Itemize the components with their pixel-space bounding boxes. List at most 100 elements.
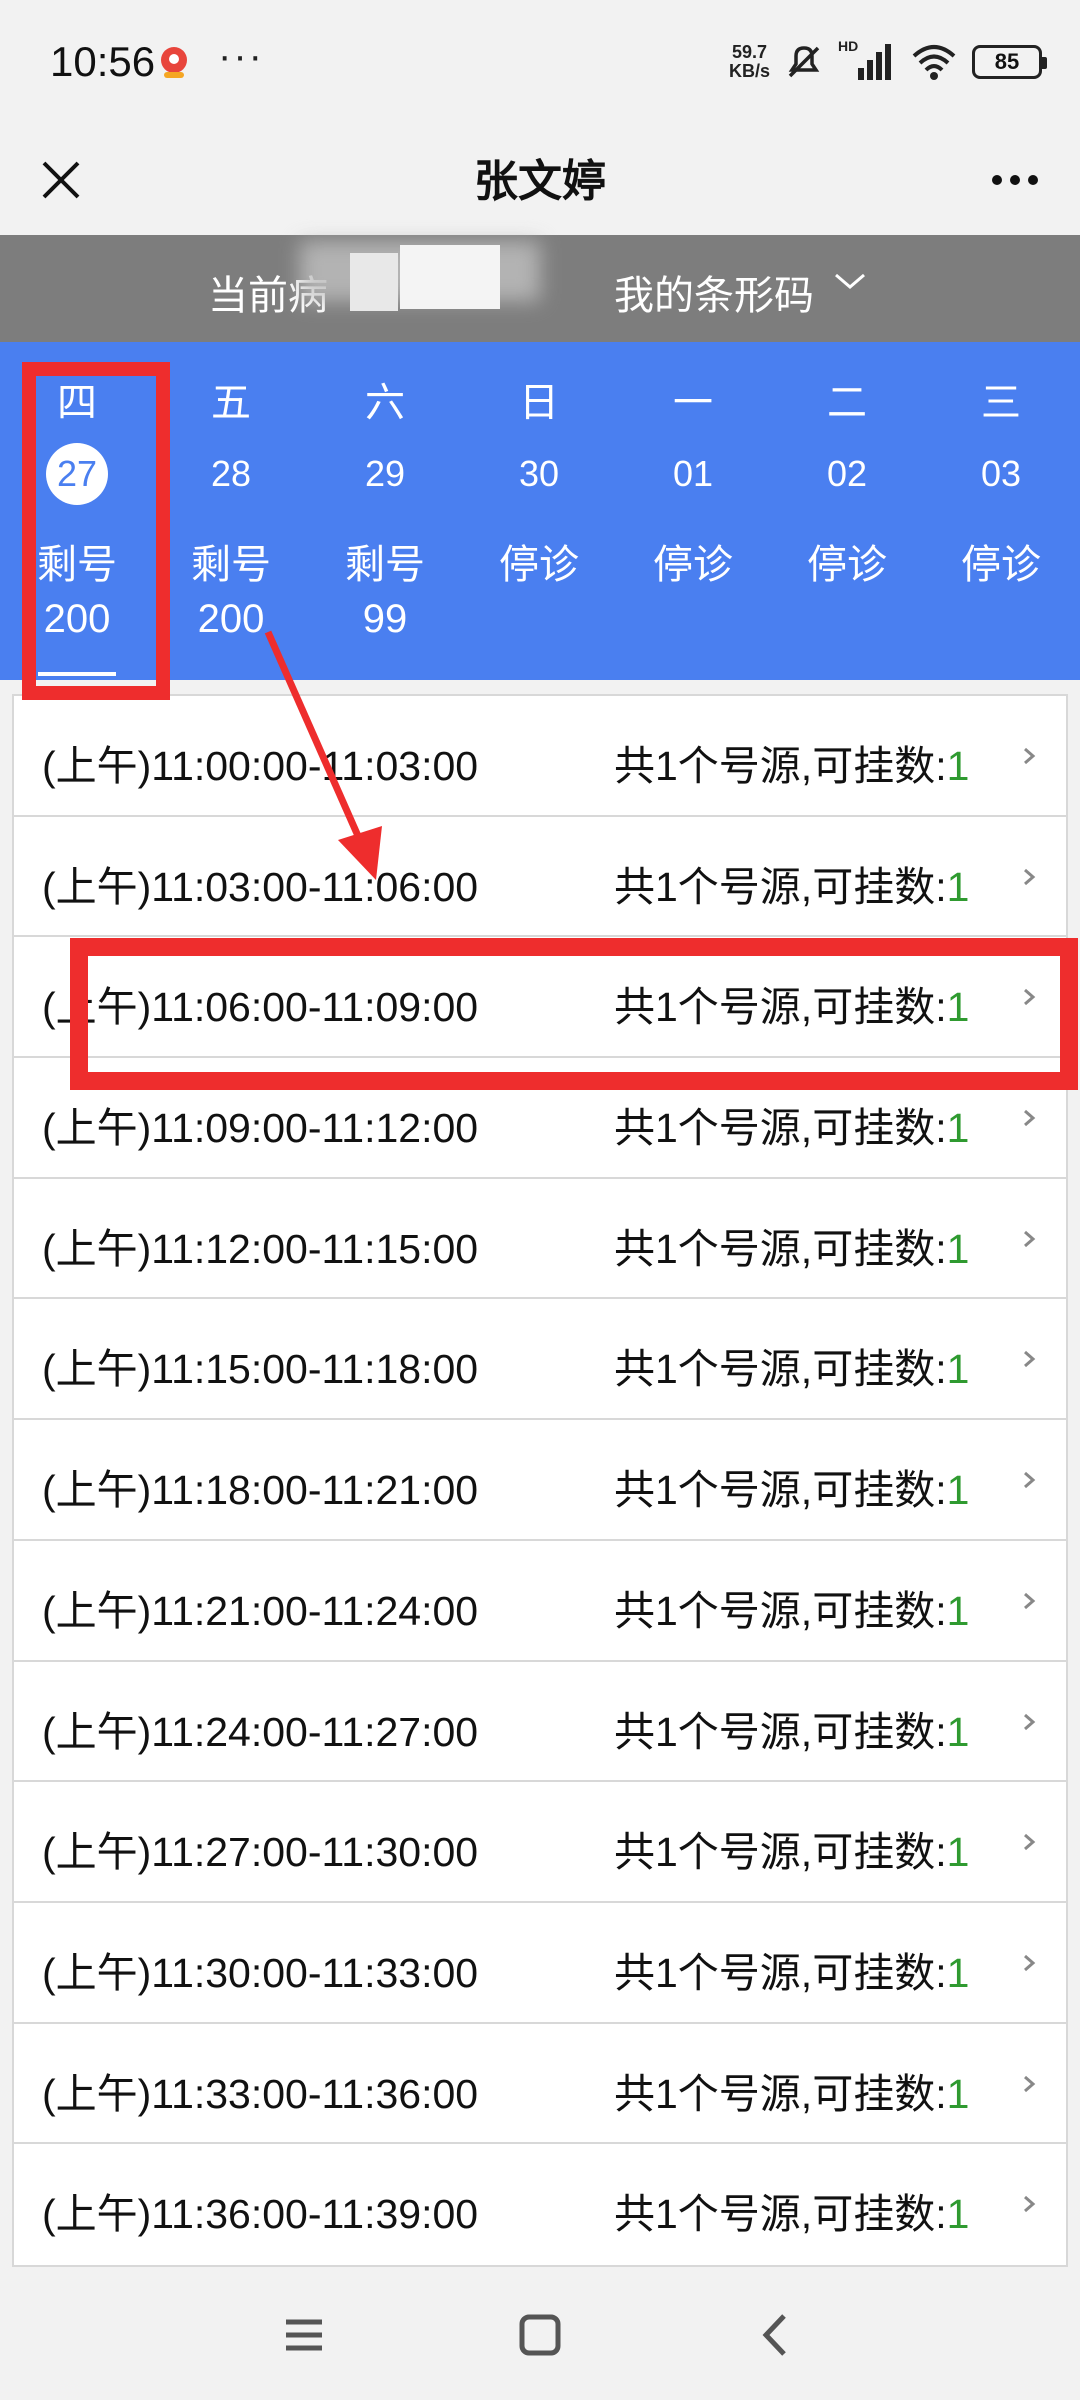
day-tab[interactable]: 六 29 剩号 99 xyxy=(308,342,462,680)
chevron-right-icon xyxy=(1024,1351,1036,1368)
barcode-button[interactable]: 我的条形码 xyxy=(614,263,814,321)
slot-time: (上午)11:30:00-11:33:00 xyxy=(42,1949,479,1996)
weekday-label: 六 xyxy=(365,381,405,425)
remaining-count: 200 xyxy=(197,597,265,641)
slot-availability-label: 共1个号源,可挂数: xyxy=(614,1105,947,1152)
slot-time: (上午)11:36:00-11:39:00 xyxy=(42,2191,479,2238)
slot-availability: 共1个号源,可挂数:1 xyxy=(614,732,969,792)
chevron-right-icon xyxy=(1024,868,1036,885)
slot-time: (上午)11:21:00-11:24:00 xyxy=(42,1587,479,1634)
weekday-label: 二 xyxy=(827,381,867,425)
day-status: 停诊 xyxy=(807,543,887,587)
day-tab[interactable]: 五 28 剩号 200 xyxy=(154,342,308,680)
day-status: 停诊 xyxy=(961,543,1041,587)
menu-icon[interactable] xyxy=(264,2300,344,2370)
chevron-right-icon xyxy=(1024,2196,1036,2213)
redaction-blur xyxy=(350,253,398,311)
wifi-icon xyxy=(912,45,956,80)
slot-availability: 共1个号源,可挂数:1 xyxy=(614,853,969,913)
date-number: 30 xyxy=(518,453,560,494)
date-number: 28 xyxy=(210,453,252,494)
time-slot-row[interactable]: (上午)11:03:00-11:06:00 共1个号源,可挂数:1 xyxy=(14,817,1066,938)
network-speed-value: 59.7 xyxy=(731,42,768,62)
chevron-right-icon xyxy=(1024,1834,1036,1851)
status-indicators: 59.7 KB/s HD 85 xyxy=(729,38,1047,84)
day-tab[interactable]: 一 01 停诊 xyxy=(616,342,770,680)
slot-time: (上午)11:33:00-11:36:00 xyxy=(42,2070,479,2117)
slot-count: 1 xyxy=(946,1949,970,1996)
signal-icon xyxy=(858,44,891,80)
time-slot-row[interactable]: (上午)11:36:00-11:39:00 共1个号源,可挂数:1 xyxy=(14,2144,1066,2265)
day-tab[interactable]: 二 02 停诊 xyxy=(770,342,924,680)
slot-time: (上午)11:12:00-11:15:00 xyxy=(42,1225,479,1272)
slot-availability: 共1个号源,可挂数:1 xyxy=(614,2180,969,2240)
annotation-highlight-slot xyxy=(70,938,1078,1090)
slot-count: 1 xyxy=(946,863,970,910)
slot-time: (上午)11:00:00-11:03:00 xyxy=(42,743,479,789)
chevron-right-icon xyxy=(1024,747,1036,765)
slot-availability: 共1个号源,可挂数:1 xyxy=(614,1818,969,1878)
day-status: 剩号 xyxy=(345,543,425,587)
day-status: 剩号 xyxy=(191,543,271,587)
back-icon[interactable] xyxy=(734,2300,814,2370)
day-tab[interactable]: 日 30 停诊 xyxy=(462,342,616,680)
slot-availability: 共1个号源,可挂数:1 xyxy=(614,2060,969,2120)
slot-time: (上午)11:03:00-11:06:00 xyxy=(42,863,479,910)
slot-availability-label: 共1个号源,可挂数: xyxy=(614,1949,947,1996)
slot-count: 1 xyxy=(946,1587,970,1634)
time-slot-row[interactable]: (上午)11:30:00-11:33:00 共1个号源,可挂数:1 xyxy=(14,1903,1066,2024)
dot xyxy=(1010,175,1020,185)
date-number: 01 xyxy=(672,453,714,494)
network-speed-unit: KB/s xyxy=(728,61,770,81)
slot-availability-label: 共1个号源,可挂数: xyxy=(614,1829,947,1876)
patient-header: 当前病 我的条形码 xyxy=(0,235,1080,342)
battery-level: 85 xyxy=(994,49,1020,74)
date-number: 02 xyxy=(826,453,868,494)
chevron-right-icon xyxy=(1024,1471,1036,1489)
time-slot-row[interactable]: (上午)11:27:00-11:30:00 共1个号源,可挂数:1 xyxy=(14,1782,1066,1903)
time-slot-row[interactable]: (上午)11:33:00-11:36:00 共1个号源,可挂数:1 xyxy=(14,2024,1066,2145)
status-bar: 10:56 ··· 59.7 KB/s HD 85 xyxy=(0,0,1080,125)
time-slot-row[interactable]: (上午)11:15:00-11:18:00 共1个号源,可挂数:1 xyxy=(14,1299,1066,1421)
time-slot-list: (上午)11:00:00-11:03:00 共1个号源,可挂数:1 (上午)11… xyxy=(12,694,1068,2267)
network-speed: 59.7 KB/s xyxy=(729,43,770,81)
remaining-count: 99 xyxy=(362,597,408,641)
home-icon[interactable] xyxy=(500,2300,580,2370)
slot-availability-label: 共1个号源,可挂数: xyxy=(614,2191,947,2238)
chevron-down-icon[interactable] xyxy=(830,265,870,295)
chevron-right-icon xyxy=(1024,1592,1036,1609)
chevron-right-icon xyxy=(1024,1713,1036,1730)
slot-availability: 共1个号源,可挂数:1 xyxy=(614,1698,969,1758)
battery-indicator: 85 xyxy=(972,45,1047,79)
app-notification-icon xyxy=(161,47,187,78)
time-slot-row[interactable]: (上午)11:18:00-11:21:00 共1个号源,可挂数:1 xyxy=(14,1420,1066,1541)
signal-indicator: HD xyxy=(838,38,896,82)
slot-availability: 共1个号源,可挂数:1 xyxy=(614,1335,969,1395)
day-status: 停诊 xyxy=(653,543,733,587)
time-slot-row[interactable]: (上午)11:12:00-11:15:00 共1个号源,可挂数:1 xyxy=(14,1179,1066,1300)
slot-count: 1 xyxy=(946,743,970,789)
time-slot-row[interactable]: (上午)11:21:00-11:24:00 共1个号源,可挂数:1 xyxy=(14,1541,1066,1662)
mute-icon xyxy=(788,46,820,78)
slot-time: (上午)11:18:00-11:21:00 xyxy=(42,1467,479,1514)
dot xyxy=(992,175,1002,185)
more-dots-icon[interactable] xyxy=(980,147,1050,213)
time-slot-row[interactable]: (上午)11:24:00-11:27:00 共1个号源,可挂数:1 xyxy=(14,1662,1066,1783)
weekday-label: 三 xyxy=(981,381,1021,425)
slot-count: 1 xyxy=(946,2070,970,2117)
slot-time: (上午)11:27:00-11:30:00 xyxy=(42,1829,479,1876)
time-slot-row[interactable]: (上午)11:00:00-11:03:00 共1个号源,可挂数:1 xyxy=(14,696,1066,817)
slot-count: 1 xyxy=(946,1225,970,1272)
day-tab[interactable]: 三 03 停诊 xyxy=(924,342,1078,680)
slot-count: 1 xyxy=(946,1829,970,1876)
annotation-highlight-day xyxy=(22,362,170,700)
slot-time: (上午)11:09:00-11:12:00 xyxy=(42,1105,479,1152)
chevron-right-icon xyxy=(1024,1230,1036,1247)
weekday-label: 日 xyxy=(519,381,559,425)
slot-availability-label: 共1个号源,可挂数: xyxy=(614,1467,947,1514)
day-status: 停诊 xyxy=(499,543,579,587)
slot-availability: 共1个号源,可挂数:1 xyxy=(614,1577,969,1637)
slot-availability-label: 共1个号源,可挂数: xyxy=(614,1587,947,1634)
title-bar: 张文婷 xyxy=(0,125,1080,235)
redaction-blur xyxy=(400,245,500,309)
